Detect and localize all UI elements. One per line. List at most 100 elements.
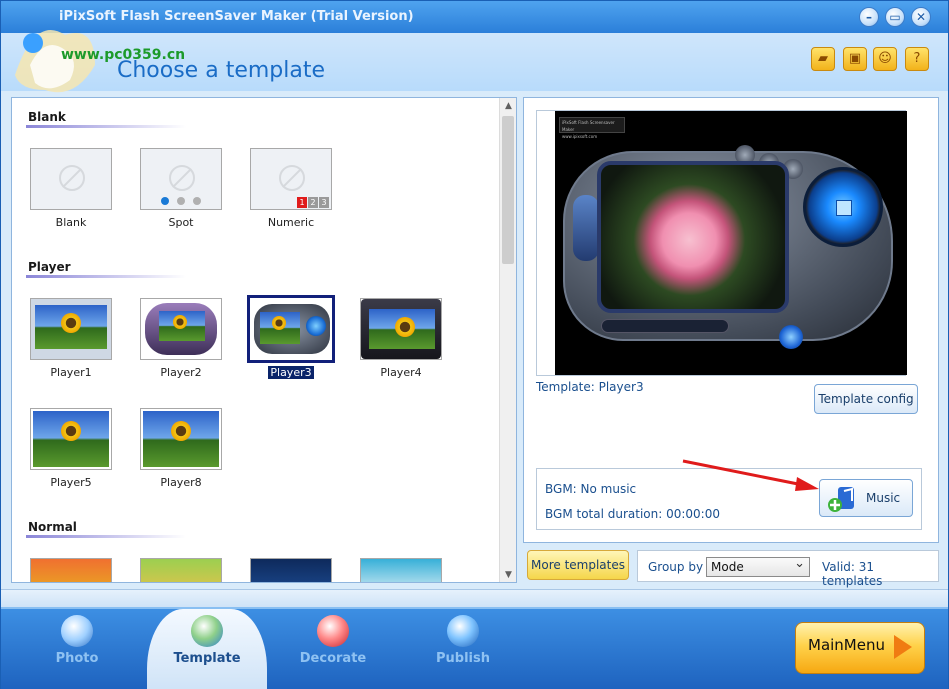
group-by-box: Group by Mode Valid: 31 templates	[637, 550, 939, 588]
bgm-name-label: BGM: No music	[545, 482, 637, 496]
header-band: www.pc0359.cn Choose a template ▰ ▣ ☺ ?	[1, 30, 948, 93]
music-button[interactable]: Music	[819, 479, 913, 517]
publish-icon	[447, 615, 479, 647]
mini-title-bar: iPixSoft Flash Screensaver Maker www.ipi…	[559, 117, 625, 139]
section-divider	[26, 125, 186, 128]
template-label-player2: Player2	[160, 366, 202, 379]
tab-template-label: Template	[173, 651, 241, 666]
template-label-spot: Spot	[168, 216, 194, 229]
tab-decorate[interactable]: Decorate	[273, 613, 393, 685]
template-label-player3: Player3	[267, 365, 315, 380]
minimize-button[interactable]: –	[859, 7, 879, 27]
thumbnail-image	[35, 305, 107, 349]
page-title: Choose a template	[117, 58, 326, 83]
mini-url-text: www.ipixsoft.com	[562, 134, 598, 139]
thumbnail-image	[369, 309, 435, 349]
template-tile-player1[interactable]	[30, 298, 112, 360]
group-by-select[interactable]: Mode	[706, 556, 810, 577]
music-button-label: Music	[866, 491, 901, 505]
scroll-down-icon[interactable]: ▼	[500, 567, 516, 582]
template-icon	[191, 615, 223, 647]
progress-track[interactable]	[601, 319, 729, 333]
more-templates-button[interactable]: More templates	[527, 550, 629, 580]
folder-icon[interactable]: ▰	[811, 47, 835, 71]
template-label-player1: Player1	[50, 366, 92, 379]
template-tile-normal[interactable]	[140, 558, 222, 582]
numeric-badge: 1	[297, 197, 307, 208]
tab-publish[interactable]: Publish	[403, 613, 523, 685]
sunflower-icon	[173, 315, 187, 329]
template-label-numeric: Numeric	[267, 216, 315, 229]
sunflower-icon	[272, 316, 286, 330]
template-list-scrollbar[interactable]: ▲ ▼	[499, 98, 516, 582]
main-menu-button[interactable]: MainMenu	[795, 622, 925, 674]
section-heading-player: Player	[28, 260, 71, 274]
template-label-player5: Player5	[50, 476, 92, 489]
save-icon[interactable]: ▣	[843, 47, 867, 71]
tab-photo-label: Photo	[55, 651, 99, 666]
template-tile-player3[interactable]	[247, 295, 335, 363]
spot-dot-icon	[177, 197, 185, 205]
dial-icon	[306, 316, 326, 336]
sunflower-icon	[171, 421, 191, 441]
decorate-icon	[317, 615, 349, 647]
tab-photo[interactable]: Photo	[17, 613, 137, 685]
template-tile-player8[interactable]	[140, 408, 222, 470]
preview-frame: iPixSoft Flash Screensaver Maker www.ipi…	[536, 110, 907, 376]
maximize-button[interactable]: ▭	[885, 7, 905, 27]
add-music-icon	[828, 487, 854, 512]
stop-icon[interactable]	[836, 200, 852, 216]
status-strip	[1, 589, 948, 607]
app-window: iPixSoft Flash ScreenSaver Maker (Trial …	[0, 0, 949, 689]
bottom-navigation: Photo Template Decorate Publish MainMenu	[1, 607, 948, 689]
template-tile-blank[interactable]	[30, 148, 112, 210]
numeric-badge: 3	[319, 197, 329, 208]
group-by-label: Group by	[648, 560, 704, 574]
tab-decorate-label: Decorate	[299, 651, 367, 666]
numeric-badge: 2	[308, 197, 318, 208]
title-bar[interactable]: iPixSoft Flash ScreenSaver Maker (Trial …	[1, 1, 948, 33]
help-icon[interactable]: ?	[905, 47, 929, 71]
thumbnail-image	[260, 312, 300, 344]
scroll-up-icon[interactable]: ▲	[500, 98, 516, 115]
section-divider	[26, 535, 186, 538]
no-image-icon	[279, 165, 305, 191]
valid-templates-count: Valid: 31 templates	[822, 560, 883, 588]
scroll-thumb[interactable]	[502, 116, 514, 264]
thumbnail-image	[33, 411, 109, 467]
template-tile-normal[interactable]	[30, 558, 112, 582]
template-tile-player2[interactable]	[140, 298, 222, 360]
tab-template[interactable]: Template	[147, 609, 267, 689]
template-tile-normal[interactable]	[250, 558, 332, 582]
template-preview[interactable]: iPixSoft Flash Screensaver Maker www.ipi…	[555, 111, 907, 375]
template-tile-player4[interactable]	[360, 298, 442, 360]
annotation-arrow-icon	[682, 459, 819, 491]
template-tile-player5[interactable]	[30, 408, 112, 470]
template-label-blank: Blank	[55, 216, 87, 229]
sunflower-icon	[61, 313, 81, 333]
template-label-player4: Player4	[380, 366, 422, 379]
rose-photo-image	[597, 161, 789, 313]
sunflower-icon	[61, 421, 81, 441]
template-tile-normal[interactable]	[360, 558, 442, 582]
template-tile-spot[interactable]	[140, 148, 222, 210]
spot-dot-icon	[161, 197, 169, 205]
close-button[interactable]: ✕	[911, 7, 931, 27]
section-divider	[26, 275, 186, 278]
thumbnail-image	[159, 311, 205, 341]
arrow-right-icon	[894, 635, 912, 659]
player-knob-icon[interactable]	[779, 325, 803, 349]
bgm-duration-label: BGM total duration: 00:00:00	[545, 507, 720, 521]
template-tile-numeric[interactable]: 1 2 3	[250, 148, 332, 210]
player-dial-icon[interactable]	[803, 167, 883, 247]
user-icon[interactable]: ☺	[873, 47, 897, 71]
section-heading-blank: Blank	[28, 110, 66, 124]
template-config-button[interactable]: Template config	[814, 384, 918, 414]
section-heading-normal: Normal	[28, 520, 77, 534]
no-image-icon	[169, 165, 195, 191]
mini-title-text: iPixSoft Flash Screensaver Maker	[562, 120, 615, 132]
template-name-label: Template: Player3	[536, 380, 644, 394]
sunflower-icon	[395, 317, 415, 337]
template-list-panel[interactable]: Blank Blank Spot 1 2 3 Numeric Player Pl…	[11, 97, 517, 583]
side-panel-icon	[573, 195, 599, 261]
